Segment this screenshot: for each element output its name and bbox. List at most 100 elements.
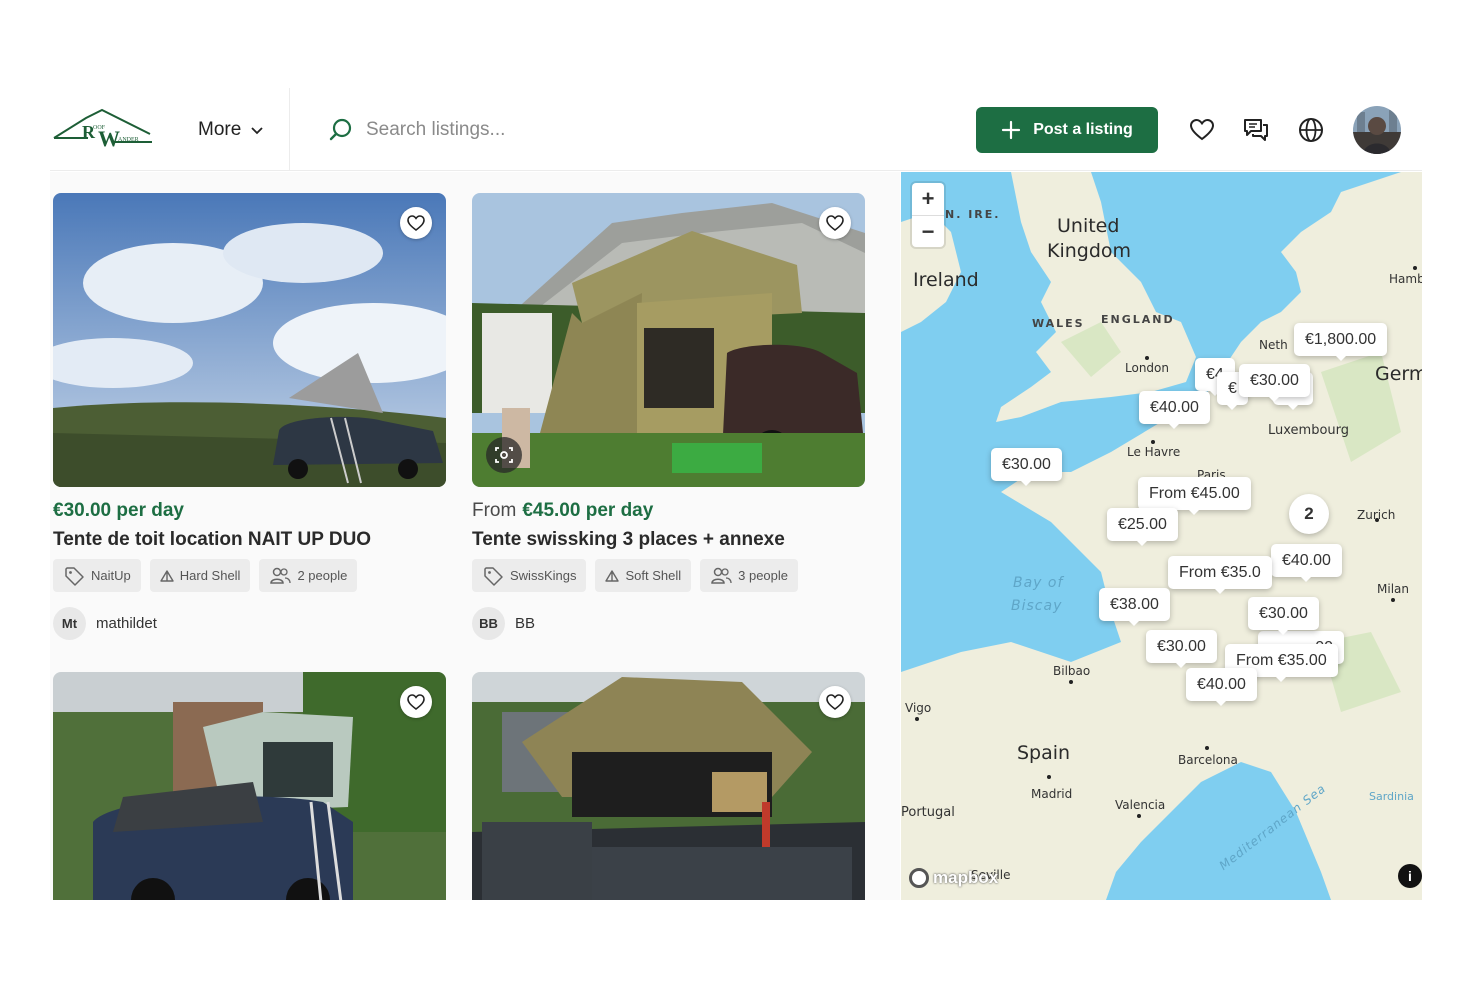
map-label: London <box>1125 361 1169 375</box>
listing-price: €30.00 per day <box>53 500 446 524</box>
brand-tag-label: SwissKings <box>510 568 577 583</box>
mapbox-mark-icon <box>909 868 929 888</box>
map-price-pin[interactable]: €30.00 <box>991 448 1062 486</box>
tent-icon <box>160 569 174 582</box>
listing-owner[interactable]: Mt mathildet <box>53 606 446 640</box>
listing-tags: SwissKings Soft Shell 3 people <box>472 559 865 592</box>
tag-icon <box>484 566 503 586</box>
post-listing-label: Post a listing <box>1033 121 1133 138</box>
map-price-pin[interactable]: €30.00 <box>1239 364 1310 402</box>
map-price-pin[interactable]: €38.00 <box>1099 588 1170 626</box>
capacity-tag-label: 2 people <box>297 568 348 583</box>
brand-tag: NaitUp <box>53 559 141 592</box>
listing-title[interactable]: Tente de toit location NAIT UP DUO <box>53 529 446 553</box>
zoom-in-button[interactable]: + <box>912 183 944 215</box>
listing-price-value: €30.00 per day <box>53 500 184 521</box>
map-label: Kingdom <box>1047 240 1132 262</box>
listing-card[interactable]: From €45.00 per day Tente swissking 3 pla… <box>472 193 865 640</box>
map-label: WALES <box>1032 317 1085 330</box>
map-price-pin[interactable]: €40.00 <box>1186 668 1257 706</box>
listing-photo[interactable] <box>472 193 865 487</box>
favorite-heart-icon[interactable] <box>819 207 851 239</box>
owner-avatar: Mt <box>53 606 86 640</box>
more-menu[interactable]: More <box>198 116 265 144</box>
post-listing-button[interactable]: Post a listing <box>976 107 1158 153</box>
visual-search-icon[interactable] <box>486 437 522 473</box>
listing-card[interactable]: €30.00 per day Tente de toit location NA… <box>53 193 446 640</box>
listing-price: From €45.00 per day <box>472 500 865 524</box>
capacity-tag: 2 people <box>259 559 358 592</box>
search-bar[interactable] <box>328 114 748 146</box>
map-label: Barcelona <box>1178 753 1238 767</box>
favorites-heart-icon[interactable] <box>1188 116 1216 144</box>
map-price-pin[interactable]: From €35.0 <box>1168 556 1272 594</box>
map-price-pin[interactable]: €30.00 <box>1146 630 1217 668</box>
map-price-pin[interactable]: €1,800.00 <box>1294 323 1388 361</box>
map-label: Portugal <box>901 805 955 820</box>
zoom-out-button[interactable]: − <box>912 215 944 247</box>
map-label: Neth <box>1259 338 1288 352</box>
listings-panel: €30.00 per day Tente de toit location NA… <box>50 172 900 900</box>
listing-photo[interactable] <box>472 672 865 900</box>
shell-tag: Hard Shell <box>149 559 251 592</box>
map-price-pin[interactable]: From €45.00 <box>1138 477 1251 515</box>
map-price-pin[interactable]: €40.00 <box>1139 391 1210 429</box>
favorite-heart-icon[interactable] <box>819 686 851 718</box>
map-info-icon[interactable]: i <box>1398 864 1422 888</box>
shell-tag: Soft Shell <box>595 559 692 592</box>
listing-price-prefix: From <box>472 500 517 521</box>
listing-owner[interactable]: BB BB <box>472 606 865 640</box>
map-panel[interactable]: + − United Kingdom Ireland Spain Germ N.… <box>901 172 1422 900</box>
people-icon <box>711 567 732 584</box>
listing-card[interactable] <box>53 672 446 900</box>
tent-icon <box>605 569 620 582</box>
map-label: Valencia <box>1115 798 1166 812</box>
listing-title[interactable]: Tente swissking 3 places + annexe <box>472 529 865 553</box>
map-cluster-marker[interactable]: 2 <box>1289 494 1329 534</box>
listing-photo[interactable] <box>53 193 446 487</box>
city-dot <box>1047 775 1051 779</box>
mapbox-logo: mapbox <box>909 868 998 888</box>
globe-language-icon[interactable] <box>1297 116 1325 144</box>
brand-tag-label: NaitUp <box>91 568 131 583</box>
city-dot <box>1391 598 1395 602</box>
user-avatar[interactable] <box>1353 106 1401 154</box>
listing-tags: NaitUp Hard Shell 2 people <box>53 559 446 592</box>
map-label: Ireland <box>913 269 979 291</box>
map-label: Le Havre <box>1127 445 1181 459</box>
shell-tag-label: Soft Shell <box>625 568 682 583</box>
favorite-heart-icon[interactable] <box>400 686 432 718</box>
listing-card[interactable] <box>472 672 865 900</box>
map-label: Spain <box>1017 742 1071 764</box>
search-input[interactable] <box>366 119 726 141</box>
map-label: Sardinia <box>1369 790 1414 803</box>
owner-name: BB <box>515 614 536 632</box>
favorite-heart-icon[interactable] <box>400 207 432 239</box>
map-label: United <box>1057 215 1120 237</box>
top-bar: R W OOF ANDER More Post a listing <box>50 88 1422 171</box>
map-label: Hamb <box>1389 272 1422 286</box>
capacity-tag: 3 people <box>700 559 799 592</box>
map-label: Luxembourg <box>1268 423 1350 438</box>
city-dot <box>1145 356 1149 360</box>
chevron-down-icon <box>251 127 263 135</box>
owner-name: mathildet <box>96 614 157 632</box>
map-price-pin[interactable]: €30.00 <box>1248 597 1319 635</box>
city-dot <box>1205 746 1209 750</box>
search-icon <box>329 118 352 141</box>
listing-photo[interactable] <box>53 672 446 900</box>
map-label: Bay of <box>1013 575 1064 591</box>
more-label: More <box>198 119 242 140</box>
map-price-pin[interactable]: €25.00 <box>1107 508 1178 546</box>
tag-icon <box>65 566 84 586</box>
plus-icon <box>1002 120 1021 140</box>
city-dot <box>1151 440 1155 444</box>
city-dot <box>1069 680 1073 684</box>
map-label: Vigo <box>905 701 932 715</box>
city-dot <box>915 717 919 721</box>
map-price-pin[interactable]: €40.00 <box>1271 544 1342 582</box>
messages-icon[interactable] <box>1242 116 1270 144</box>
roofwander-logo[interactable]: R W OOF ANDER <box>52 108 154 151</box>
people-icon <box>270 567 292 584</box>
header-divider <box>289 88 290 171</box>
